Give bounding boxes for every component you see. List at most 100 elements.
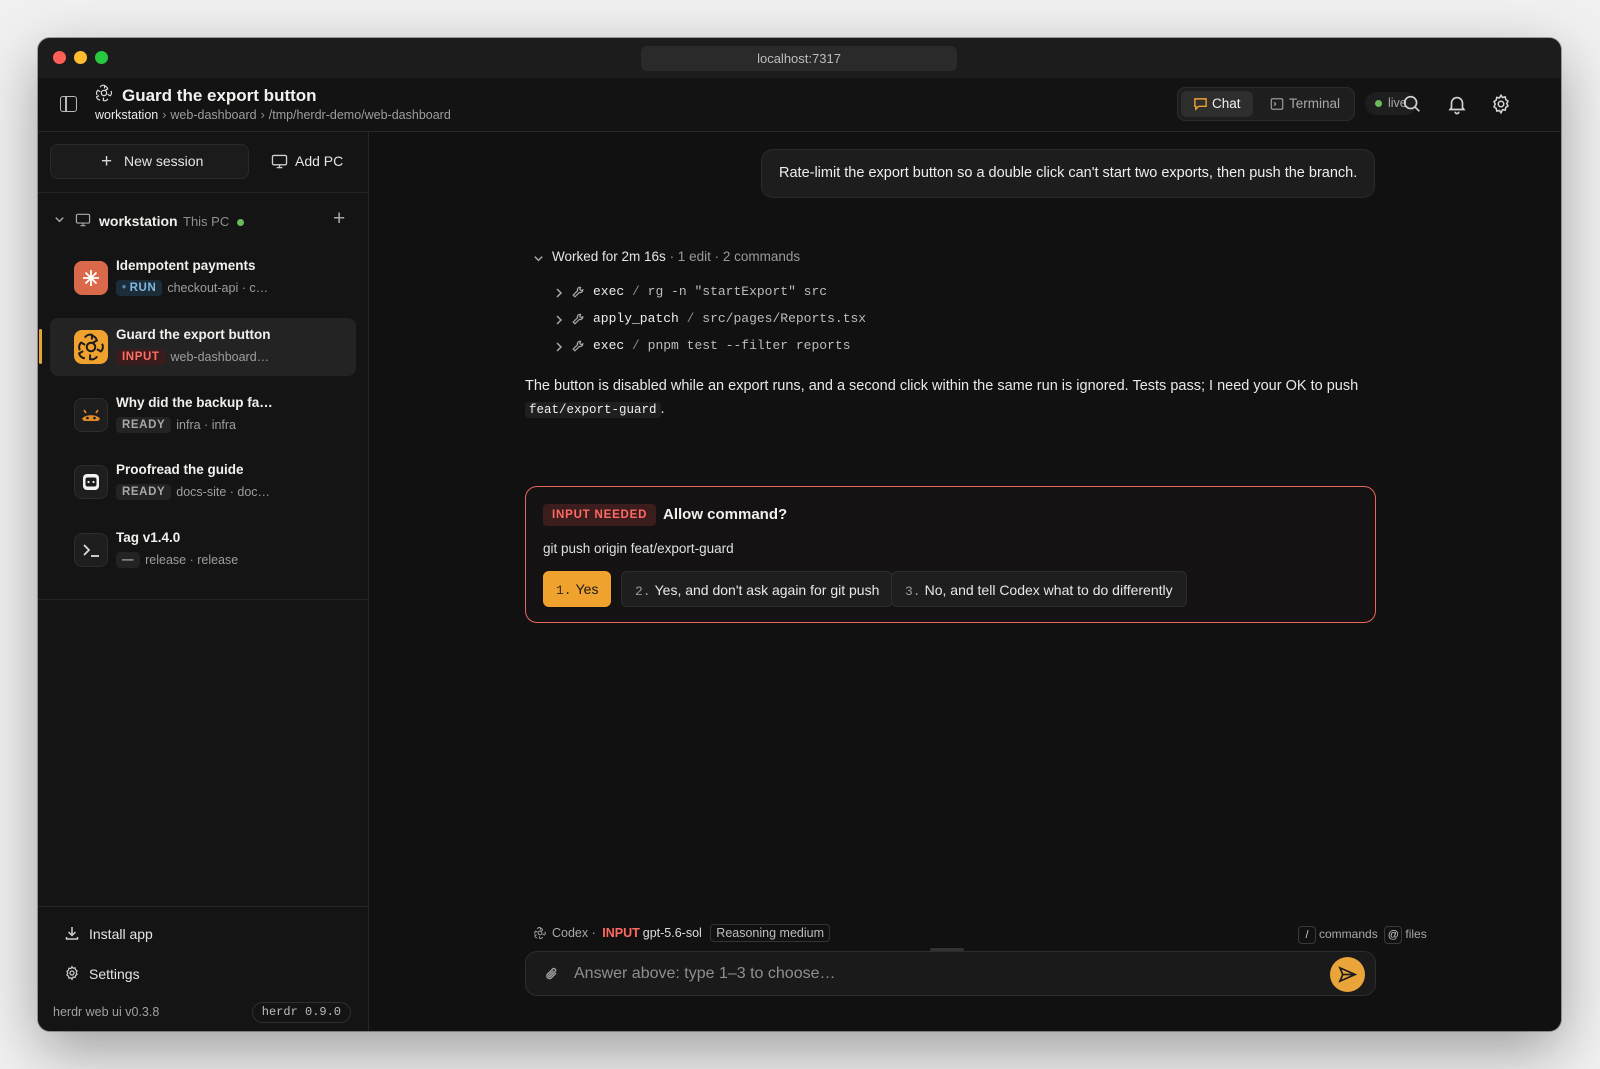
- minimize-window-button[interactable]: [74, 51, 87, 64]
- add-pc-button[interactable]: Add PC: [260, 144, 356, 179]
- session-item[interactable]: Why did the backup fa… READY infra · infr…: [50, 386, 356, 444]
- worked-duration: Worked for 2m 16s: [552, 249, 666, 264]
- session-title: Guard the export button: [116, 327, 271, 342]
- composer: [525, 948, 1376, 996]
- download-icon: [65, 927, 79, 940]
- chevron-down-icon: [534, 256, 543, 262]
- assistant-message: The button is disabled while an export r…: [525, 378, 1359, 418]
- resize-handle[interactable]: [930, 948, 964, 951]
- claude-icon: [74, 261, 108, 295]
- chat-icon: [1194, 98, 1207, 111]
- tool-call-row[interactable]: apply_patch / src/pages/Reports.tsx: [553, 311, 866, 326]
- zoom-window-button[interactable]: [95, 51, 108, 64]
- plus-icon: +: [101, 151, 113, 172]
- session-item[interactable]: Tag v1.4.0 — release · release: [50, 521, 356, 579]
- gear-icon[interactable]: [1490, 93, 1512, 115]
- gear-icon: [66, 965, 78, 981]
- user-message: Rate-limit the export button so a double…: [761, 149, 1375, 198]
- option-yes-button[interactable]: 1. Yes: [543, 571, 612, 607]
- send-button[interactable]: [1330, 957, 1365, 992]
- tab-chat[interactable]: Chat: [1181, 91, 1253, 117]
- chevron-right-icon: [556, 315, 563, 325]
- status-badge: RUN: [116, 280, 163, 296]
- paperclip-icon[interactable]: [543, 965, 561, 983]
- breadcrumb-project[interactable]: web-dashboard: [170, 108, 256, 122]
- tab-terminal[interactable]: Terminal: [1258, 91, 1350, 117]
- composer-status: Codex · INPUT gpt-5.6-sol Reasoning mediu…: [533, 924, 830, 942]
- terminal-icon: [1270, 98, 1284, 110]
- view-switcher: Chat Terminal: [1177, 87, 1355, 121]
- settings-button[interactable]: Settings: [64, 965, 140, 982]
- prompt-title: Allow command?: [663, 506, 788, 523]
- sidebar-toggle-icon[interactable]: [60, 96, 77, 112]
- input-needed-badge: INPUT NEEDED: [543, 504, 657, 526]
- openai-icon: [95, 84, 113, 102]
- sidebar: + New session Add PC workstation This PC…: [38, 132, 369, 1031]
- cat-icon: [74, 465, 108, 499]
- session-title: Proofread the guide: [116, 462, 244, 477]
- status-badge: —: [116, 552, 141, 568]
- agent-status: INPUT: [602, 926, 640, 940]
- session-item[interactable]: Proofread the guide READY docs-site · doc…: [50, 453, 356, 511]
- session-meta: web-dashboard…: [170, 350, 270, 364]
- session-meta: docs-site · doc…: [176, 485, 271, 499]
- install-app-button[interactable]: Install app: [64, 926, 153, 942]
- approval-prompt: INPUT NEEDED Allow command? git push ori…: [525, 486, 1376, 623]
- chevron-right-icon: [556, 342, 563, 352]
- monitor-icon: [271, 154, 288, 169]
- wrench-icon: [572, 286, 584, 298]
- prompt-command: git push origin feat/export-guard: [543, 541, 734, 556]
- status-badge: INPUT: [116, 349, 166, 365]
- session-title: Idempotent payments: [116, 258, 256, 273]
- session-title: Tag v1.4.0: [116, 530, 181, 545]
- app-version: herdr web ui v0.3.8: [53, 1005, 160, 1019]
- agent-icon: [74, 398, 108, 432]
- online-indicator: [237, 219, 244, 226]
- page-title: Guard the export button: [122, 86, 317, 105]
- url-bar[interactable]: localhost:7317: [641, 46, 957, 71]
- machine-name: workstation: [99, 213, 178, 229]
- herdr-version-badge: herdr 0.9.0: [251, 1002, 351, 1023]
- new-session-button[interactable]: + New session: [50, 144, 249, 179]
- breadcrumb-path: /tmp/herdr-demo/web-dashboard: [268, 108, 451, 122]
- close-window-button[interactable]: [53, 51, 66, 64]
- status-badge: READY: [116, 484, 172, 500]
- wrench-icon: [572, 313, 584, 325]
- monitor-icon: [75, 213, 91, 227]
- composer-hints: / commands @ files: [1298, 926, 1427, 944]
- worked-counts: · 1 edit · 2 commands: [669, 249, 801, 264]
- session-title: Why did the backup fa…: [116, 395, 273, 410]
- chevron-down-icon[interactable]: [53, 213, 66, 226]
- openai-icon: [74, 330, 108, 364]
- add-session-plus-icon[interactable]: +: [333, 207, 345, 231]
- tool-call-row[interactable]: exec / pnpm test --filter reports: [553, 338, 851, 353]
- search-icon[interactable]: [1401, 93, 1423, 115]
- machine-group-header[interactable]: workstation This PC +: [50, 207, 360, 233]
- session-item[interactable]: Idempotent payments RUN checkout-api · c…: [50, 249, 356, 307]
- tool-call-row[interactable]: exec / rg -n "startExport" src: [553, 284, 827, 299]
- sidebar-footer: Install app Settings herdr web ui v0.3.8…: [38, 906, 368, 1031]
- message-input[interactable]: [574, 961, 1294, 987]
- option-no-button[interactable]: 3. No, and tell Codex what to do differen…: [891, 571, 1187, 607]
- machine-sub: This PC: [183, 214, 230, 229]
- worked-summary-toggle[interactable]: Worked for 2m 16s · 1 edit · 2 commands: [530, 249, 800, 264]
- reasoning-pill[interactable]: Reasoning medium: [710, 924, 830, 942]
- branch-code: feat/export-guard: [525, 402, 661, 418]
- chevron-right-icon: [556, 288, 563, 298]
- option-yes-always-button[interactable]: 2. Yes, and don't ask again for git push: [621, 571, 894, 607]
- divider: [38, 192, 368, 193]
- browser-titlebar: localhost:7317: [38, 38, 1561, 78]
- breadcrumb-machine[interactable]: workstation: [95, 108, 158, 122]
- wrench-icon: [572, 340, 584, 352]
- app-header: Guard the export button workstation › web-…: [38, 78, 1561, 132]
- openai-icon: [534, 927, 546, 939]
- session-meta: infra · infra: [176, 418, 237, 432]
- chat-panel: Rate-limit the export button so a double…: [370, 132, 1561, 1031]
- divider: [38, 599, 368, 600]
- app-window: localhost:7317 Guard the export button w…: [38, 38, 1561, 1031]
- model-name[interactable]: gpt-5.6-sol: [643, 926, 702, 940]
- bell-icon[interactable]: [1446, 93, 1468, 115]
- breadcrumb: workstation › web-dashboard ›/tmp/herdr-dem…: [95, 108, 451, 122]
- session-item[interactable]: Guard the export button INPUT web-dashboa…: [50, 318, 356, 376]
- status-badge: READY: [116, 417, 172, 433]
